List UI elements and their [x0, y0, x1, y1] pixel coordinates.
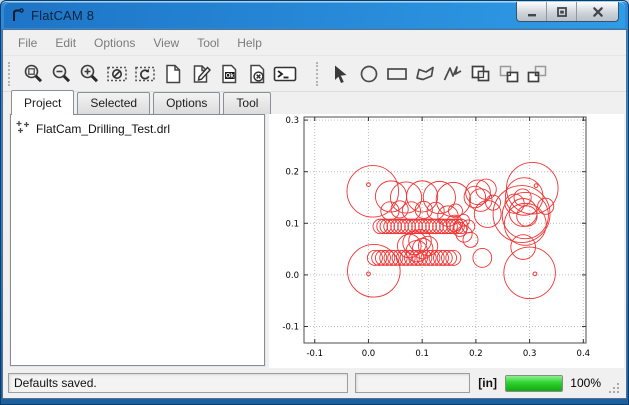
clear-plot-button[interactable] [103, 60, 131, 88]
draw-rectangle-button[interactable] [383, 60, 411, 88]
draw-polyline-icon [441, 63, 465, 85]
tree-item-label: FlatCam_Drilling_Test.drl [36, 122, 170, 136]
save-ok-button[interactable]: Ok [215, 60, 243, 88]
new-file-icon [162, 63, 184, 85]
progress-bar [505, 375, 563, 392]
y-tick-label: 0.2 [285, 168, 299, 178]
intersection-icon [497, 63, 521, 85]
tab-selected[interactable]: Selected [77, 92, 150, 114]
maximize-button[interactable] [547, 2, 577, 21]
tab-options[interactable]: Options [153, 92, 220, 114]
x-tick-label: 0.4 [577, 349, 591, 359]
close-button[interactable] [577, 2, 618, 21]
command-line-button[interactable] [271, 60, 299, 88]
x-tick-label: 0.3 [523, 349, 537, 359]
zoom-out-button[interactable] [47, 60, 75, 88]
tab-tool[interactable]: Tool [223, 92, 271, 114]
status-bar: Defaults saved. [in] 100% [3, 368, 626, 398]
minimize-button[interactable] [517, 2, 547, 21]
zoom-out-icon [50, 63, 72, 85]
toolbar-grip[interactable] [8, 62, 13, 86]
tree-item-drill-object[interactable]: FlatCam_Drilling_Test.drl [11, 115, 264, 137]
menubar: FileEditOptionsViewToolHelp [3, 30, 626, 56]
flatcam-window: FlatCAM 8 FileEditOptionsViewToolHelp Ok… [0, 0, 629, 405]
titlebar[interactable]: FlatCAM 8 [4, 2, 625, 28]
resize-grip[interactable] [608, 382, 621, 395]
svg-text:Ok: Ok [226, 72, 235, 79]
subtraction-icon [525, 63, 549, 85]
x-tick-label: 0.0 [362, 349, 376, 359]
toolbar-group-1: Ok [5, 56, 299, 91]
clear-plot-icon [106, 63, 128, 85]
x-tick-label: 0.2 [469, 349, 483, 359]
flatcam-logo-icon [10, 7, 26, 23]
menu-item-options[interactable]: Options [85, 33, 144, 53]
zoom-fit-icon [22, 63, 44, 85]
progress-percent-label: 100% [570, 376, 601, 390]
drill-plot: -0.1 0.0 0.1 0.2 0.3 0.4 -0.1 0.0 0.1 0.2 0.3 [269, 114, 624, 368]
tab-bar: ProjectSelectedOptionsTool [3, 92, 626, 114]
replot-button[interactable] [131, 60, 159, 88]
toolbar-group-2 [313, 56, 551, 91]
select-button[interactable] [327, 60, 355, 88]
screen: FlatCAM 8 FileEditOptionsViewToolHelp Ok… [0, 0, 629, 405]
tab-project[interactable]: Project [11, 90, 74, 115]
open-file-button[interactable] [187, 60, 215, 88]
menu-item-tool[interactable]: Tool [188, 33, 228, 53]
draw-polygon-icon [413, 63, 437, 85]
project-tree-panel[interactable]: FlatCam_Drilling_Test.drl [10, 114, 265, 366]
open-file-icon [190, 63, 212, 85]
window-title: FlatCAM 8 [31, 8, 94, 23]
x-tick-label: 0.1 [415, 349, 429, 359]
menu-item-edit[interactable]: Edit [46, 33, 85, 53]
replot-icon [134, 63, 156, 85]
client-area: FileEditOptionsViewToolHelp Ok ProjectSe… [3, 30, 626, 398]
menu-item-view[interactable]: View [144, 33, 188, 53]
delete-object-icon [246, 63, 268, 85]
zoom-in-icon [78, 63, 100, 85]
intersection-button[interactable] [495, 60, 523, 88]
y-tick-label: 0.0 [285, 271, 299, 281]
new-file-button[interactable] [159, 60, 187, 88]
status-message: Defaults saved. [8, 373, 348, 393]
union-icon [469, 63, 493, 85]
figure-background [269, 114, 624, 368]
y-tick-label: -0.1 [282, 322, 299, 332]
draw-rectangle-icon [385, 63, 409, 85]
y-tick-label: 0.1 [285, 219, 299, 229]
union-button[interactable] [467, 60, 495, 88]
main-area: FlatCam_Drilling_Test.drl -0.1 0.0 0.1 0.2 0… [3, 114, 626, 370]
select-icon [330, 63, 352, 85]
status-extra-panel [355, 373, 470, 393]
zoom-fit-button[interactable] [19, 60, 47, 88]
delete-object-button[interactable] [243, 60, 271, 88]
toolbar: Ok [3, 56, 626, 92]
draw-polyline-button[interactable] [439, 60, 467, 88]
drill-object-icon [16, 120, 30, 137]
toolbar-grip[interactable] [316, 62, 321, 86]
subtraction-button[interactable] [523, 60, 551, 88]
plot-canvas[interactable]: -0.1 0.0 0.1 0.2 0.3 0.4 -0.1 0.0 0.1 0.2 0.3 [269, 114, 624, 368]
menu-item-help[interactable]: Help [228, 33, 271, 53]
command-line-icon [273, 63, 297, 85]
menu-item-file[interactable]: File [9, 33, 46, 53]
window-controls [516, 2, 619, 22]
y-tick-label: 0.3 [285, 116, 299, 126]
progress-fill [506, 376, 562, 391]
draw-circle-icon [358, 63, 380, 85]
zoom-in-button[interactable] [75, 60, 103, 88]
draw-polygon-button[interactable] [411, 60, 439, 88]
units-label: [in] [477, 376, 498, 390]
save-ok-icon: Ok [218, 63, 240, 85]
x-tick-label: -0.1 [306, 349, 323, 359]
draw-circle-button[interactable] [355, 60, 383, 88]
